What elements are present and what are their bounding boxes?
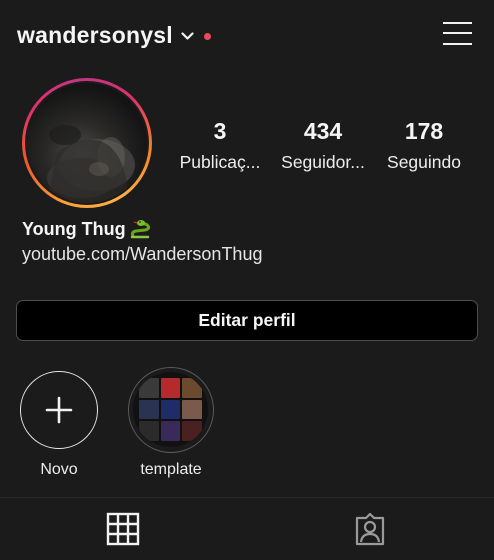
tagged-person-icon <box>355 512 385 546</box>
username[interactable]: wandersonysl <box>17 22 173 49</box>
posts-count-value: 3 <box>213 118 227 144</box>
highlight-template-cover <box>133 372 208 447</box>
followers-count-value: 434 <box>303 118 343 144</box>
tab-tagged[interactable] <box>353 512 387 546</box>
notification-dot <box>203 32 211 40</box>
account-switcher[interactable]: wandersonysl <box>17 22 211 49</box>
profile-name-text: Young Thug <box>22 218 126 239</box>
following-count-value: 178 <box>404 118 444 144</box>
highlight-new[interactable]: Novo <box>4 371 114 479</box>
highlight-template-ring[interactable] <box>128 367 214 453</box>
posts-count[interactable]: 3 Publicaç... <box>165 118 275 173</box>
followers-count[interactable]: 434 Seguidor... <box>268 118 378 173</box>
snake-emoji <box>130 220 150 239</box>
avatar[interactable] <box>27 83 147 203</box>
profile-tab-bar <box>0 498 494 560</box>
profile-header: wandersonysl <box>0 0 494 70</box>
highlight-template[interactable]: template <box>116 367 226 479</box>
posts-count-label: Publicaç... <box>179 152 261 172</box>
story-ring[interactable] <box>22 78 152 208</box>
followers-count-label: Seguidor... <box>281 152 365 172</box>
chevron-down-icon[interactable] <box>181 32 194 41</box>
avatar-photo <box>47 125 135 203</box>
hamburger-menu-icon[interactable] <box>443 22 472 46</box>
highlight-new-label: Novo <box>40 461 78 478</box>
profile-name: Young Thug <box>22 218 153 240</box>
edit-profile-button[interactable]: Editar perfil <box>16 300 478 341</box>
tab-posts-grid[interactable] <box>106 512 140 546</box>
following-count[interactable]: 178 Seguindo <box>369 118 479 173</box>
profile-link[interactable]: youtube.com/WandersonThug <box>22 244 262 265</box>
new-highlight-circle[interactable] <box>20 371 98 449</box>
highlight-template-label: template <box>140 461 202 478</box>
plus-icon <box>45 396 73 424</box>
grid-icon <box>106 512 140 546</box>
following-count-label: Seguindo <box>387 152 461 172</box>
